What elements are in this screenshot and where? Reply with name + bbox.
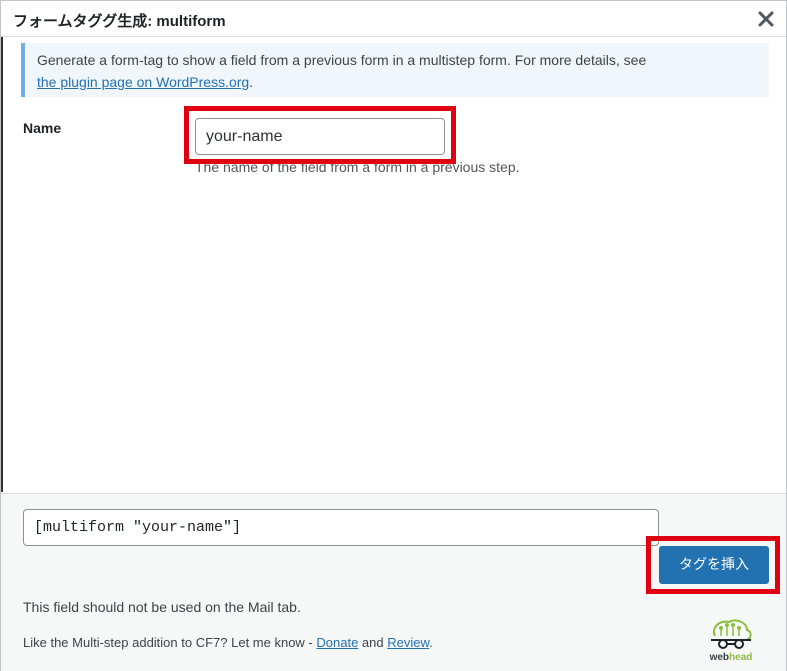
name-input[interactable] <box>195 118 445 155</box>
donate-link[interactable]: Donate <box>316 635 358 650</box>
promo-and: and <box>358 635 388 650</box>
tag-generator-dialog: フォームタググ生成: multiform Generate a form-tag… <box>0 0 787 671</box>
dialog-title-bar: フォームタググ生成: multiform <box>1 1 786 37</box>
left-edge-divider <box>1 37 3 492</box>
logo-text: webhead <box>709 652 753 663</box>
webhead-logo: webhead <box>701 616 761 666</box>
name-field-help: The name of the field from a form in a p… <box>195 159 520 175</box>
insert-tag-button[interactable]: タグを挿入 <box>659 546 769 584</box>
review-link[interactable]: Review <box>387 635 429 650</box>
dialog-title: フォームタググ生成: multiform <box>13 13 226 30</box>
notice-trailing: . <box>249 74 254 90</box>
promo-note: Like the Multi-step addition to CF7? Let… <box>23 635 433 650</box>
plugin-page-link[interactable]: the plugin page on WordPress.org <box>37 74 249 90</box>
close-icon[interactable] <box>754 7 778 31</box>
promo-suffix: . <box>429 635 433 650</box>
tag-output-field[interactable] <box>23 509 659 546</box>
promo-prefix: Like the Multi-step addition to CF7? Let… <box>23 635 317 650</box>
notice-text: Generate a form-tag to show a field from… <box>37 52 647 68</box>
mail-tab-warning: This field should not be used on the Mai… <box>23 599 301 615</box>
name-field-label: Name <box>23 120 62 136</box>
info-notice: Generate a form-tag to show a field from… <box>21 43 769 97</box>
brain-icon <box>711 619 752 649</box>
